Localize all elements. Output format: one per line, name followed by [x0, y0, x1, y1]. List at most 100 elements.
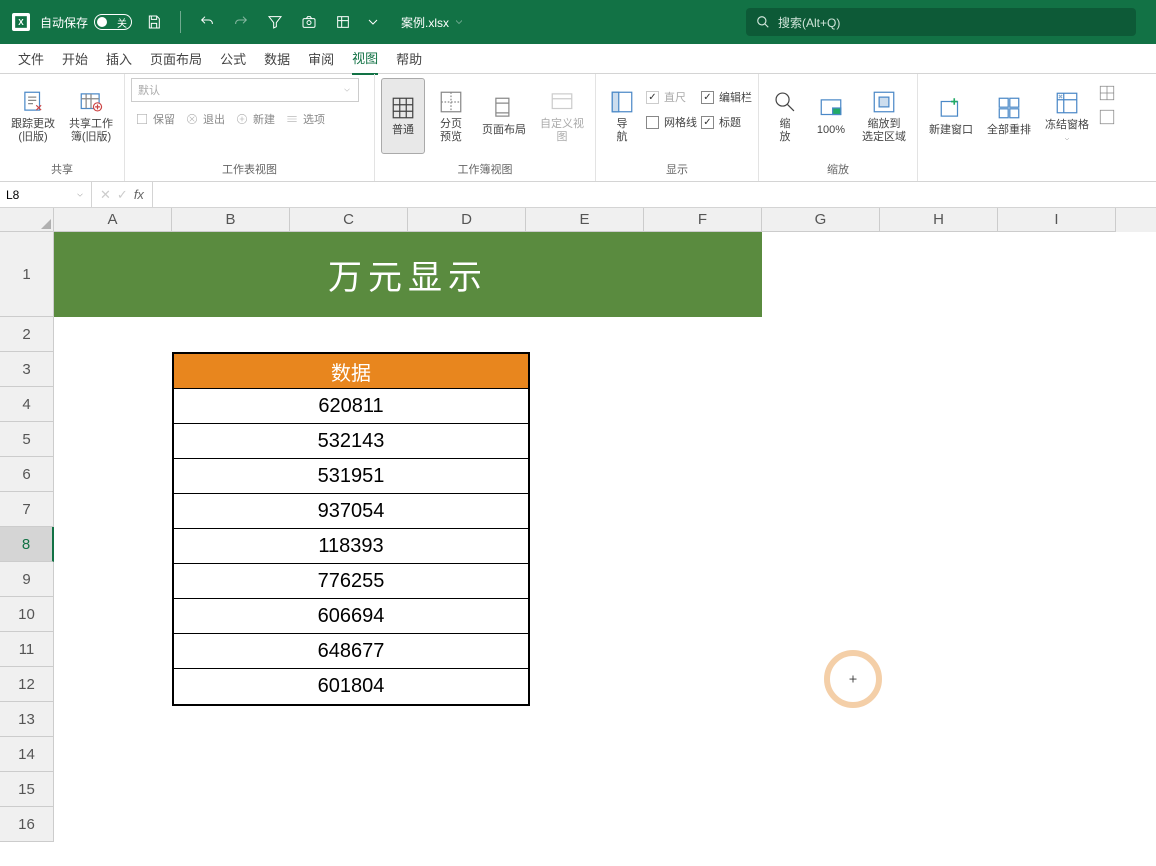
- track-changes-button[interactable]: 跟踪更改 (旧版): [6, 78, 60, 154]
- data-cell[interactable]: 776255: [174, 564, 528, 599]
- excel-icon: X: [12, 13, 30, 31]
- save-button[interactable]: [142, 10, 166, 34]
- normal-view-button[interactable]: 普通: [381, 78, 425, 154]
- cancel-icon[interactable]: ✕: [100, 187, 111, 203]
- fx-icon[interactable]: fx: [134, 187, 144, 202]
- column-header[interactable]: B: [172, 208, 290, 232]
- keep-view-button[interactable]: 保留: [131, 108, 179, 130]
- share-workbook-button[interactable]: 共享工作 簿(旧版): [64, 78, 118, 154]
- confirm-icon[interactable]: ✓: [117, 187, 128, 203]
- autosave-toggle[interactable]: 自动保存 关: [40, 14, 132, 31]
- tab-help[interactable]: 帮助: [396, 43, 422, 74]
- ribbon-tabs: 文件 开始 插入 页面布局 公式 数据 审阅 视图 帮助: [0, 44, 1156, 74]
- row-header[interactable]: 6: [0, 457, 54, 492]
- data-table: 数据 6208115321435319519370541183937762556…: [172, 352, 530, 706]
- column-header[interactable]: G: [762, 208, 880, 232]
- headings-checkbox[interactable]: 标题: [701, 111, 752, 133]
- page-break-button[interactable]: 分页 预览: [429, 78, 473, 154]
- redo-button[interactable]: [229, 10, 253, 34]
- custom-view-button[interactable]: 自定义视图: [535, 78, 589, 154]
- show-group-label: 显示: [602, 159, 752, 179]
- tab-view[interactable]: 视图: [352, 42, 378, 75]
- exit-icon: [185, 112, 199, 126]
- name-box[interactable]: L8: [0, 182, 92, 207]
- search-box[interactable]: 搜索(Alt+Q): [746, 8, 1136, 36]
- column-header[interactable]: A: [54, 208, 172, 232]
- row-header[interactable]: 14: [0, 737, 54, 772]
- row-header[interactable]: 15: [0, 772, 54, 807]
- row-header[interactable]: 12: [0, 667, 54, 702]
- filename[interactable]: 案例.xlsx: [401, 14, 465, 31]
- new-window-icon: [935, 94, 967, 122]
- split-icon[interactable]: [1098, 84, 1116, 102]
- title-bar: X 自动保存 关 案例.xlsx: [0, 0, 1156, 44]
- row-header[interactable]: 9: [0, 562, 54, 597]
- data-cell[interactable]: 118393: [174, 529, 528, 564]
- tab-data[interactable]: 数据: [264, 43, 290, 74]
- data-cell[interactable]: 620811: [174, 389, 528, 424]
- table-icon[interactable]: [331, 10, 355, 34]
- new-window-button[interactable]: 新建窗口: [924, 78, 978, 154]
- arrange-all-icon: [993, 94, 1025, 122]
- data-cell[interactable]: 531951: [174, 459, 528, 494]
- worksheet-view-label: 工作表视图: [131, 159, 368, 179]
- column-header[interactable]: I: [998, 208, 1116, 232]
- column-header[interactable]: D: [408, 208, 526, 232]
- tab-insert[interactable]: 插入: [106, 43, 132, 74]
- column-header[interactable]: E: [526, 208, 644, 232]
- chevron-down-icon: [1063, 135, 1071, 143]
- spreadsheet-grid[interactable]: ABCDEFGHI 12345678910111213141516 万元显示 数…: [0, 208, 1156, 842]
- row-header[interactable]: 4: [0, 387, 54, 422]
- row-header[interactable]: 13: [0, 702, 54, 737]
- filter-icon[interactable]: [263, 10, 287, 34]
- qa-dropdown-icon[interactable]: [365, 10, 381, 34]
- column-header[interactable]: H: [880, 208, 998, 232]
- svg-text:X: X: [18, 18, 24, 27]
- arrange-all-button[interactable]: 全部重排: [982, 78, 1036, 154]
- page-layout-button[interactable]: 页面布局: [477, 78, 531, 154]
- zoom-button[interactable]: 缩 放: [765, 78, 805, 154]
- undo-button[interactable]: [195, 10, 219, 34]
- select-all-corner[interactable]: [0, 208, 54, 232]
- row-header[interactable]: 2: [0, 317, 54, 352]
- tab-home[interactable]: 开始: [62, 43, 88, 74]
- freeze-panes-icon: [1051, 89, 1083, 117]
- data-cell[interactable]: 606694: [174, 599, 528, 634]
- data-cell[interactable]: 937054: [174, 494, 528, 529]
- hide-icon[interactable]: [1098, 108, 1116, 126]
- column-header[interactable]: F: [644, 208, 762, 232]
- tab-file[interactable]: 文件: [18, 43, 44, 74]
- exit-view-button[interactable]: 退出: [181, 108, 229, 130]
- data-cell[interactable]: 532143: [174, 424, 528, 459]
- tab-formulas[interactable]: 公式: [220, 43, 246, 74]
- freeze-panes-button[interactable]: 冻结窗格: [1040, 78, 1094, 154]
- ruler-checkbox[interactable]: 直尺: [646, 86, 697, 108]
- zoom-100-button[interactable]: 100%: [809, 78, 853, 154]
- gridlines-checkbox[interactable]: 网格线: [646, 111, 697, 133]
- options-view-button[interactable]: 选项: [281, 108, 329, 130]
- formula-input[interactable]: [153, 182, 1156, 207]
- share-workbook-icon: [75, 88, 107, 116]
- row-header[interactable]: 11: [0, 632, 54, 667]
- tab-review[interactable]: 审阅: [308, 43, 334, 74]
- row-header[interactable]: 8: [0, 527, 54, 562]
- new-view-button[interactable]: 新建: [231, 108, 279, 130]
- sheet-view-dropdown[interactable]: 默认: [131, 78, 359, 102]
- row-header[interactable]: 7: [0, 492, 54, 527]
- row-header[interactable]: 3: [0, 352, 54, 387]
- data-cell[interactable]: 648677: [174, 634, 528, 669]
- share-group-label: 共享: [6, 159, 118, 179]
- options-icon: [285, 112, 299, 126]
- autosave-label: 自动保存: [40, 14, 88, 31]
- row-header[interactable]: 1: [0, 232, 54, 317]
- zoom-selection-button[interactable]: 缩放到 选定区域: [857, 78, 911, 154]
- tab-page-layout[interactable]: 页面布局: [150, 43, 202, 74]
- data-cell[interactable]: 601804: [174, 669, 528, 704]
- camera-icon[interactable]: [297, 10, 321, 34]
- row-header[interactable]: 10: [0, 597, 54, 632]
- column-header[interactable]: C: [290, 208, 408, 232]
- row-header[interactable]: 5: [0, 422, 54, 457]
- row-header[interactable]: 16: [0, 807, 54, 842]
- navigation-button[interactable]: 导 航: [602, 78, 642, 154]
- formula-bar-checkbox[interactable]: 编辑栏: [701, 86, 752, 108]
